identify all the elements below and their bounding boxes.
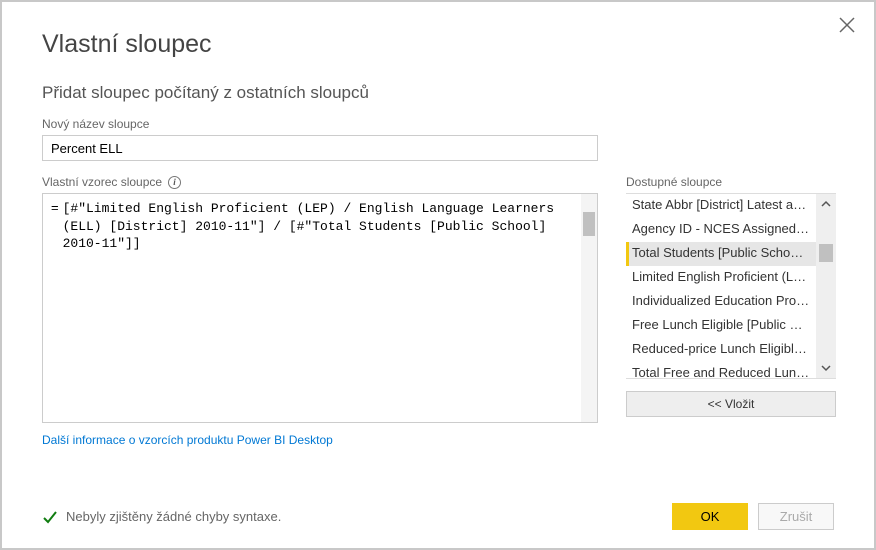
- ok-button[interactable]: OK: [672, 503, 748, 530]
- formula-scrollbar[interactable]: [581, 194, 597, 422]
- scroll-up-arrow[interactable]: [816, 194, 836, 214]
- list-item[interactable]: Free Lunch Eligible [Public Sc…: [626, 314, 816, 338]
- new-column-label: Nový název sloupce: [42, 117, 834, 131]
- list-item[interactable]: Total Students [Public School…: [626, 242, 816, 266]
- formula-label: Vlastní vzorec sloupce: [42, 175, 162, 189]
- new-column-input[interactable]: [42, 135, 598, 161]
- info-icon[interactable]: i: [168, 176, 181, 189]
- available-columns-list[interactable]: State Abbr [District] Latest av…Agency I…: [626, 193, 836, 379]
- list-item[interactable]: Agency ID - NCES Assigned […: [626, 218, 816, 242]
- list-scrollbar[interactable]: [816, 194, 836, 378]
- close-button[interactable]: [838, 16, 856, 34]
- list-item[interactable]: Reduced-price Lunch Eligible…: [626, 338, 816, 362]
- dialog-title: Vlastní sloupec: [42, 30, 834, 59]
- available-columns-label: Dostupné sloupce: [626, 175, 836, 189]
- formula-input[interactable]: = [#"Limited English Proficient (LEP) / …: [42, 193, 598, 423]
- check-icon: [42, 509, 58, 525]
- dialog-subtitle: Přidat sloupec počítaný z ostatních slou…: [42, 83, 834, 103]
- list-item[interactable]: Limited English Proficient (LE…: [626, 266, 816, 290]
- learn-more-link[interactable]: Další informace o vzorcích produktu Powe…: [42, 433, 333, 447]
- list-item[interactable]: State Abbr [District] Latest av…: [626, 194, 816, 218]
- formula-prefix: =: [51, 200, 63, 416]
- status-text: Nebyly zjištěny žádné chyby syntaxe.: [66, 509, 281, 524]
- list-item[interactable]: Individualized Education Prog…: [626, 290, 816, 314]
- scroll-down-arrow[interactable]: [816, 358, 836, 378]
- list-item[interactable]: Total Free and Reduced Lunc…: [626, 362, 816, 379]
- insert-button[interactable]: << Vložit: [626, 391, 836, 417]
- formula-text: [#"Limited English Proficient (LEP) / En…: [63, 200, 589, 416]
- cancel-button[interactable]: Zrušit: [758, 503, 834, 530]
